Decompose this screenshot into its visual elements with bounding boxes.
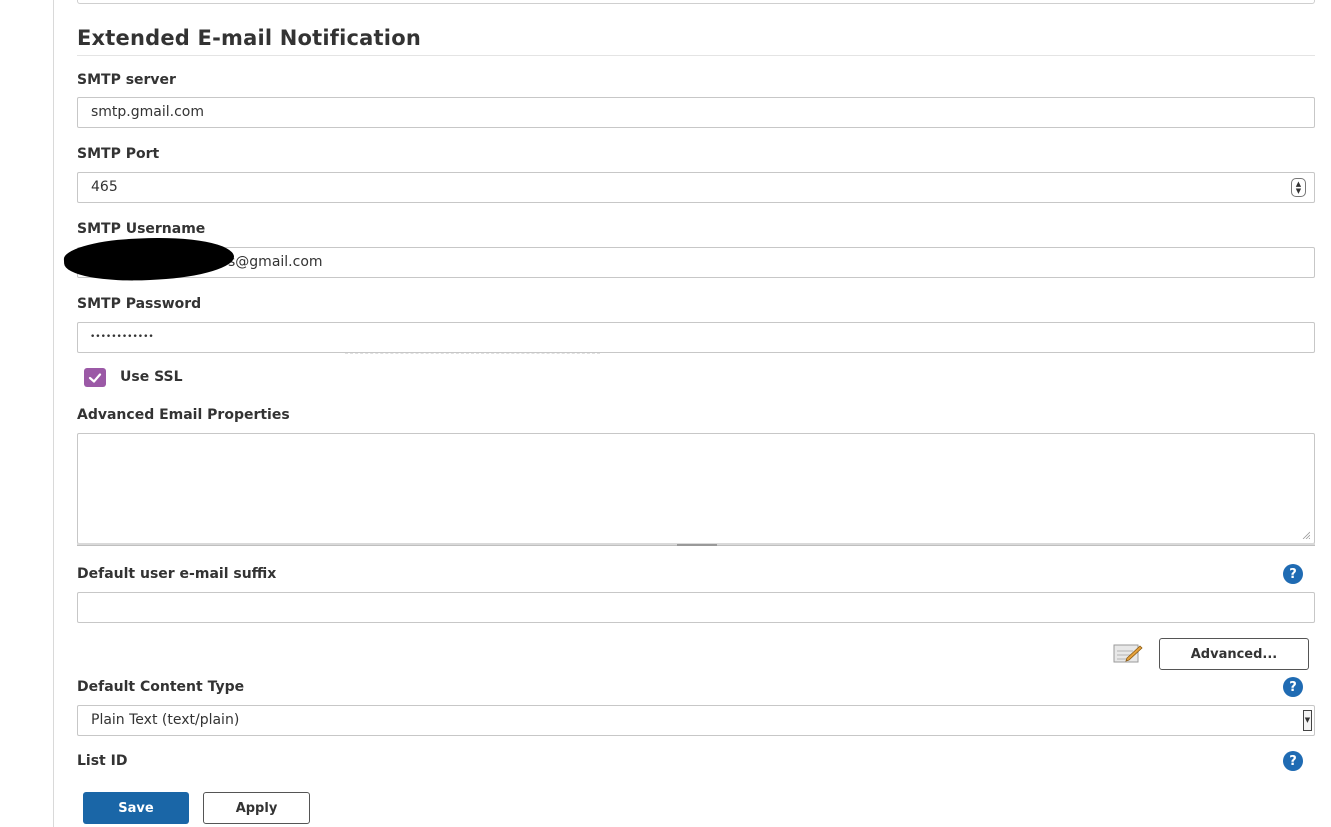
smtp-server-label: SMTP server (77, 72, 176, 88)
smtp-username-label: SMTP Username (77, 221, 206, 237)
notepad-edit-icon[interactable] (1113, 641, 1143, 665)
advanced-email-properties-label: Advanced Email Properties (77, 407, 290, 423)
dashed-separator (345, 353, 600, 354)
default-content-type-label: Default Content Type (77, 679, 245, 695)
smtp-password-label: SMTP Password (77, 296, 202, 312)
help-icon[interactable]: ? (1283, 564, 1303, 584)
smtp-port-value: 465 (91, 179, 118, 195)
smtp-port-input[interactable]: 465 ▲ ▼ (77, 172, 1315, 203)
previous-section-field[interactable] (77, 0, 1315, 4)
smtp-port-label: SMTP Port (77, 146, 160, 162)
left-divider (53, 0, 54, 827)
advanced-email-properties-textarea[interactable] (77, 433, 1315, 544)
default-suffix-input[interactable] (77, 592, 1315, 623)
drag-handle-icon[interactable] (677, 544, 717, 546)
apply-button[interactable]: Apply (203, 792, 310, 824)
resize-grip-icon[interactable] (1302, 531, 1310, 539)
default-suffix-label: Default user e-mail suffix (77, 566, 277, 582)
section-title: Extended E-mail Notification (77, 26, 421, 50)
smtp-password-input[interactable]: •••••••••••• (77, 322, 1315, 353)
help-icon[interactable]: ? (1283, 751, 1303, 771)
section-divider (77, 55, 1315, 56)
spinner-icon[interactable]: ▲ ▼ (1291, 178, 1306, 197)
select-arrow-icon[interactable]: ▼ (1303, 710, 1312, 731)
advanced-button[interactable]: Advanced... (1159, 638, 1309, 670)
default-content-type-select[interactable]: Plain Text (text/plain) ▼ (77, 705, 1315, 736)
use-ssl-label: Use SSL (120, 369, 183, 385)
default-content-type-value: Plain Text (text/plain) (91, 712, 240, 728)
use-ssl-checkbox[interactable] (84, 368, 106, 387)
smtp-server-input[interactable]: smtp.gmail.com (77, 97, 1315, 128)
redaction-mark (150, 244, 215, 274)
help-icon[interactable]: ? (1283, 677, 1303, 697)
save-button[interactable]: Save (83, 792, 189, 824)
list-id-label: List ID (77, 753, 128, 769)
smtp-username-value: s@gmail.com (228, 254, 323, 270)
smtp-username-input[interactable]: s@gmail.com (77, 247, 1315, 278)
checkmark-icon (88, 372, 102, 383)
